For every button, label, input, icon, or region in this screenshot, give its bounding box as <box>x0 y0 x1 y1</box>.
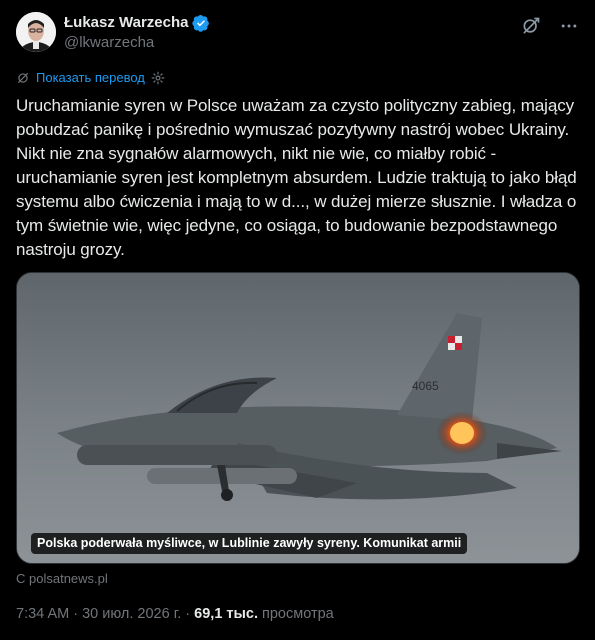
tweet-meta: 7:34 AM · 30 июл. 2026 г. · 69,1 тыс. пр… <box>16 606 334 622</box>
link-card[interactable]: 4065 Polska poderwała myśliwce, w Lublin… <box>16 272 580 564</box>
header-actions <box>521 16 579 36</box>
tail-number: 4065 <box>412 379 439 393</box>
polish-roundel <box>448 336 462 350</box>
show-translation-link[interactable]: Показать перевод <box>36 70 145 85</box>
translate-row: Показать перевод <box>16 70 165 85</box>
author-display-name[interactable]: Łukasz Warzecha <box>64 14 189 32</box>
tweet-date[interactable]: 30 июл. 2026 г. <box>82 606 181 622</box>
translate-icon <box>16 71 30 85</box>
tweet-time[interactable]: 7:34 AM <box>16 606 69 622</box>
avatar[interactable] <box>16 12 56 52</box>
more-icon[interactable] <box>559 16 579 36</box>
views-label: просмотра <box>257 606 334 622</box>
author-name[interactable]: Łukasz Warzecha <box>64 14 210 32</box>
card-caption: Polska poderwała myśliwce, w Lublinie za… <box>31 533 468 554</box>
gear-icon[interactable] <box>151 71 165 85</box>
views-count: 69,1 тыс. <box>194 606 258 622</box>
verified-badge-icon[interactable] <box>191 14 210 32</box>
tweet-text: Uruchamianie syren w Polsce uważam za cz… <box>16 96 577 259</box>
author-block: Łukasz Warzecha @lkwarzecha <box>64 14 210 53</box>
separator: · <box>181 606 195 622</box>
tweet-header: Łukasz Warzecha @lkwarzecha <box>16 12 579 60</box>
fighter-jet-image: 4065 <box>17 273 579 563</box>
card-source[interactable]: С polsatnews.pl <box>16 571 108 586</box>
grok-icon[interactable] <box>521 16 541 36</box>
separator: · <box>69 606 83 622</box>
author-handle[interactable]: @lkwarzecha <box>64 33 210 53</box>
